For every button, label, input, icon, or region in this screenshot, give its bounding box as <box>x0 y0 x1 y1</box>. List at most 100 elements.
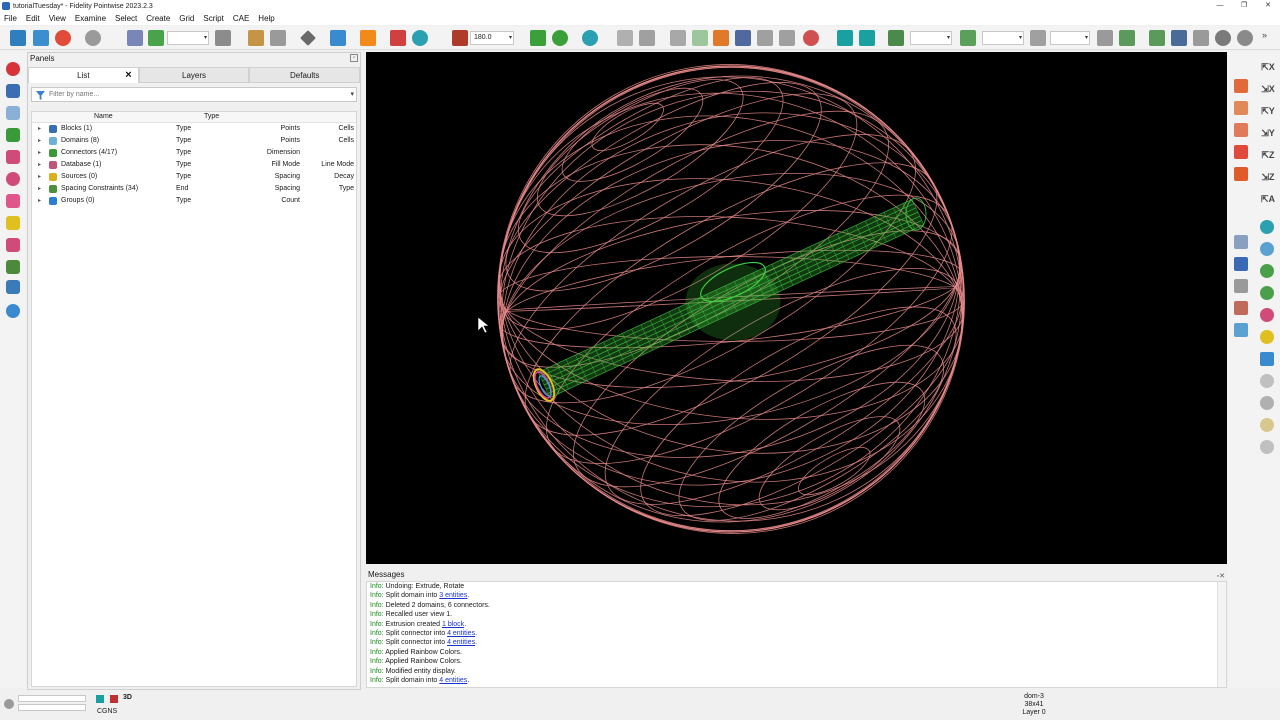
menu-select[interactable]: Select <box>115 14 137 23</box>
menu-grid[interactable]: Grid <box>179 14 194 23</box>
view-a-icon[interactable] <box>1234 79 1248 93</box>
view-c-icon[interactable] <box>1234 123 1248 137</box>
database-tool-icon[interactable] <box>6 150 20 164</box>
axis-z-icon[interactable]: ⇱Z <box>1260 150 1276 161</box>
measure-combo[interactable]: ▾ <box>982 31 1024 45</box>
orient-icon[interactable] <box>412 30 428 46</box>
domain-icon[interactable] <box>670 30 686 46</box>
tool-e-icon[interactable] <box>1215 30 1231 46</box>
assemble-icon[interactable] <box>692 30 708 46</box>
view-i-icon[interactable] <box>1234 301 1248 315</box>
view-j-icon[interactable] <box>1234 323 1248 337</box>
view-h-icon[interactable] <box>1234 279 1248 293</box>
sum-icon[interactable] <box>1171 30 1187 46</box>
list-item[interactable]: ▸ Blocks (1) Type Points Cells <box>32 123 356 135</box>
expand-arrow-icon[interactable]: ▸ <box>38 197 41 204</box>
examine-tool-icon[interactable] <box>6 304 20 318</box>
axis-y2-icon[interactable]: ⇲Y <box>1260 128 1276 139</box>
messages-scrollbar[interactable] <box>1217 582 1226 687</box>
block-tool-icon[interactable] <box>6 84 20 98</box>
hash-icon[interactable] <box>888 30 904 46</box>
expand-arrow-icon[interactable]: ▸ <box>38 173 41 180</box>
expand-arrow-icon[interactable]: ▸ <box>38 137 41 144</box>
view-f-icon[interactable] <box>1234 235 1248 249</box>
toolbar-overflow-icon[interactable]: » <box>1262 30 1272 46</box>
curve-icon[interactable] <box>552 30 568 46</box>
expand-arrow-icon[interactable]: ▸ <box>38 149 41 156</box>
view-g-icon[interactable] <box>1234 257 1248 271</box>
message-link[interactable]: 3 entities <box>439 592 467 599</box>
list-item[interactable]: ▸ Sources (0) Type Spacing Decay <box>32 171 356 183</box>
list-item[interactable]: ▸ Domains (8) Type Points Cells <box>32 135 356 147</box>
menu-help[interactable]: Help <box>258 14 274 23</box>
mode-3d-label[interactable]: 3D <box>123 694 132 701</box>
eye-c-icon[interactable] <box>1260 264 1274 278</box>
lighting-icon[interactable] <box>330 30 346 46</box>
tab-defaults[interactable]: Defaults <box>249 67 361 83</box>
shell-tool-icon[interactable] <box>6 194 20 208</box>
eye-g-icon[interactable] <box>1260 352 1274 366</box>
expand-arrow-icon[interactable]: ▸ <box>38 185 41 192</box>
menu-script[interactable]: Script <box>203 14 223 23</box>
extrude-icon[interactable] <box>713 30 729 46</box>
list-item[interactable]: ▸ Database (1) Type Fill Mode Line Mode <box>32 159 356 171</box>
fill-tool-icon[interactable] <box>6 238 20 252</box>
block-icon[interactable] <box>735 30 751 46</box>
menu-view[interactable]: View <box>49 14 66 23</box>
eye-e-icon[interactable] <box>1260 308 1274 322</box>
tab-layers[interactable]: Layers <box>138 67 250 83</box>
eye-h-icon[interactable] <box>1260 374 1274 388</box>
rotate-angle-icon[interactable] <box>452 30 468 46</box>
solve-icon[interactable] <box>757 30 773 46</box>
angle-combo[interactable]: 180.0 ▾ <box>470 31 514 45</box>
expand-arrow-icon[interactable]: ▸ <box>38 125 41 132</box>
menu-file[interactable]: File <box>4 14 17 23</box>
message-link[interactable]: 4 entities <box>447 630 475 637</box>
line-icon[interactable] <box>530 30 546 46</box>
redo-icon[interactable] <box>85 30 101 46</box>
list-item[interactable]: ▸ Groups (0) Type Count <box>32 195 356 207</box>
close-icon[interactable]: × <box>125 68 131 83</box>
menu-edit[interactable]: Edit <box>26 14 40 23</box>
pick-icon[interactable] <box>148 30 164 46</box>
tool-c-icon[interactable] <box>1149 30 1165 46</box>
help-icon[interactable] <box>1237 30 1253 46</box>
eye-d-icon[interactable] <box>1260 286 1274 300</box>
eye-k-icon[interactable] <box>1260 440 1274 454</box>
col-type[interactable]: Type <box>204 113 219 120</box>
minimize-button[interactable]: — <box>1208 0 1232 12</box>
view-d-icon[interactable] <box>1234 145 1248 159</box>
surface-icon[interactable] <box>639 30 655 46</box>
select-tool-icon[interactable] <box>127 30 143 46</box>
domain-tool-icon[interactable] <box>6 106 20 120</box>
graphics-viewport[interactable] <box>366 52 1227 564</box>
menu-create[interactable]: Create <box>146 14 170 23</box>
expand-arrow-icon[interactable]: ▸ <box>38 161 41 168</box>
layer-combo[interactable]: ▾ <box>910 31 952 45</box>
open-icon[interactable] <box>33 30 49 46</box>
rainbow-icon[interactable] <box>390 30 406 46</box>
connector-tool-icon[interactable] <box>6 128 20 142</box>
menu-cae[interactable]: CAE <box>233 14 249 23</box>
select-mode-combo[interactable]: ▾ <box>167 31 209 45</box>
messages-log[interactable]: Info: Undoing: Extrude, Rotate Info: Spli… <box>366 581 1227 688</box>
render-icon[interactable] <box>300 30 316 46</box>
ruler-icon[interactable] <box>1030 30 1046 46</box>
col-name[interactable]: Name <box>94 113 113 120</box>
cae-icon[interactable] <box>96 695 104 703</box>
close-window-button[interactable]: ✕ <box>1256 0 1280 12</box>
plane-icon[interactable] <box>617 30 633 46</box>
measure-icon[interactable] <box>960 30 976 46</box>
message-link[interactable]: 4 entities <box>447 639 475 646</box>
tool-d-icon[interactable] <box>1193 30 1209 46</box>
ruler-combo[interactable]: ▾ <box>1050 31 1090 45</box>
message-link[interactable]: 4 entities <box>439 677 467 684</box>
axis-x-icon[interactable]: ⇱X <box>1260 62 1276 73</box>
filter-dropdown-icon[interactable]: ▾ <box>350 90 354 98</box>
list-item[interactable]: ▸ Connectors (4/17) Type Dimension <box>32 147 356 159</box>
tool-b-icon[interactable] <box>1119 30 1135 46</box>
grid-tool-icon[interactable] <box>6 280 20 294</box>
spacing-tool-icon[interactable] <box>6 260 20 274</box>
axis-y-icon[interactable]: ⇱Y <box>1260 106 1276 117</box>
view-b-icon[interactable] <box>1234 101 1248 115</box>
